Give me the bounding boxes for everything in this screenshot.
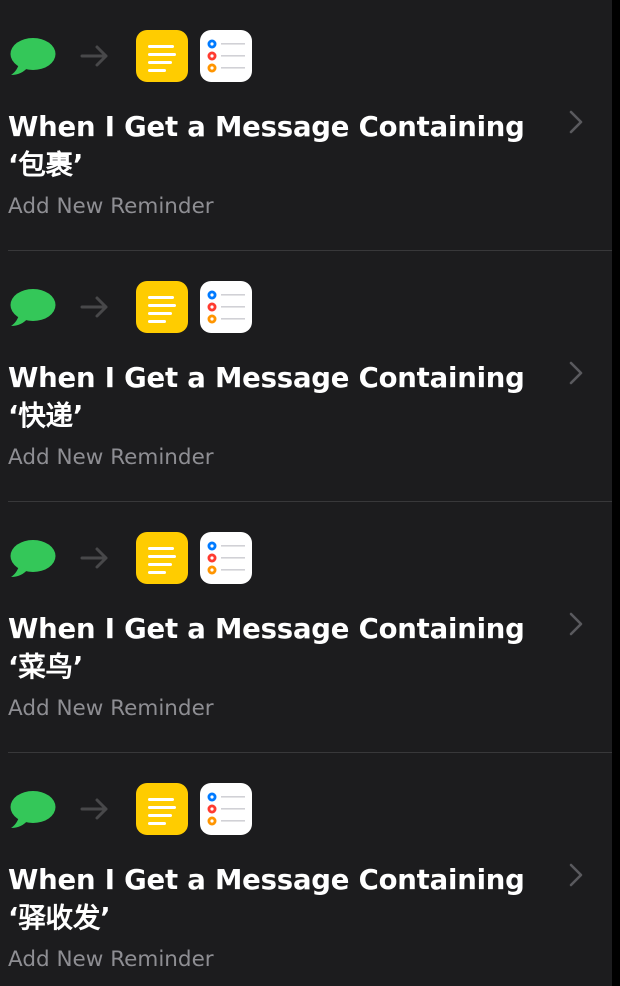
automation-card[interactable]: When I Get a Message Containing ‘菜鸟’ Add… xyxy=(0,502,612,753)
automation-card[interactable]: When I Get a Message Containing ‘驿收发’ Ad… xyxy=(0,753,612,986)
automation-title: When I Get a Message Containing ‘菜鸟’ xyxy=(8,613,525,683)
automation-subtitle: Add New Reminder xyxy=(8,696,214,721)
notes-icon xyxy=(136,532,188,584)
automation-subtitle: Add New Reminder xyxy=(8,445,214,470)
arrow-right-icon xyxy=(80,798,108,820)
chevron-right-icon[interactable] xyxy=(566,359,586,387)
reminders-icon xyxy=(200,30,252,82)
automation-subtitle: Add New Reminder xyxy=(8,947,214,972)
arrow-right-icon xyxy=(80,547,108,569)
automation-title: When I Get a Message Containing ‘快递’ xyxy=(8,362,525,432)
automation-title: When I Get a Message Containing ‘驿收发’ xyxy=(8,864,525,934)
automation-list: When I Get a Message Containing ‘包裹’ Add… xyxy=(0,0,612,986)
arrow-right-icon xyxy=(80,45,108,67)
notes-icon xyxy=(136,281,188,333)
automation-icon-row xyxy=(10,781,270,835)
reminders-icon xyxy=(200,783,252,835)
messages-icon xyxy=(10,791,56,828)
automation-card[interactable]: When I Get a Message Containing ‘快递’ Add… xyxy=(0,251,612,502)
automation-card[interactable]: When I Get a Message Containing ‘包裹’ Add… xyxy=(0,0,612,251)
automation-icon-row xyxy=(10,530,270,584)
chevron-right-icon[interactable] xyxy=(566,610,586,638)
automation-title: When I Get a Message Containing ‘包裹’ xyxy=(8,111,525,181)
messages-icon xyxy=(10,38,56,75)
automation-icon-row xyxy=(10,279,270,333)
arrow-right-icon xyxy=(80,296,108,318)
reminders-icon xyxy=(200,281,252,333)
notes-icon xyxy=(136,783,188,835)
screen-edge xyxy=(612,0,620,986)
messages-icon xyxy=(10,540,56,577)
notes-icon xyxy=(136,30,188,82)
automation-icon-row xyxy=(10,28,270,82)
chevron-right-icon[interactable] xyxy=(566,108,586,136)
messages-icon xyxy=(10,289,56,326)
automation-subtitle: Add New Reminder xyxy=(8,194,214,219)
chevron-right-icon[interactable] xyxy=(566,861,586,889)
reminders-icon xyxy=(200,532,252,584)
